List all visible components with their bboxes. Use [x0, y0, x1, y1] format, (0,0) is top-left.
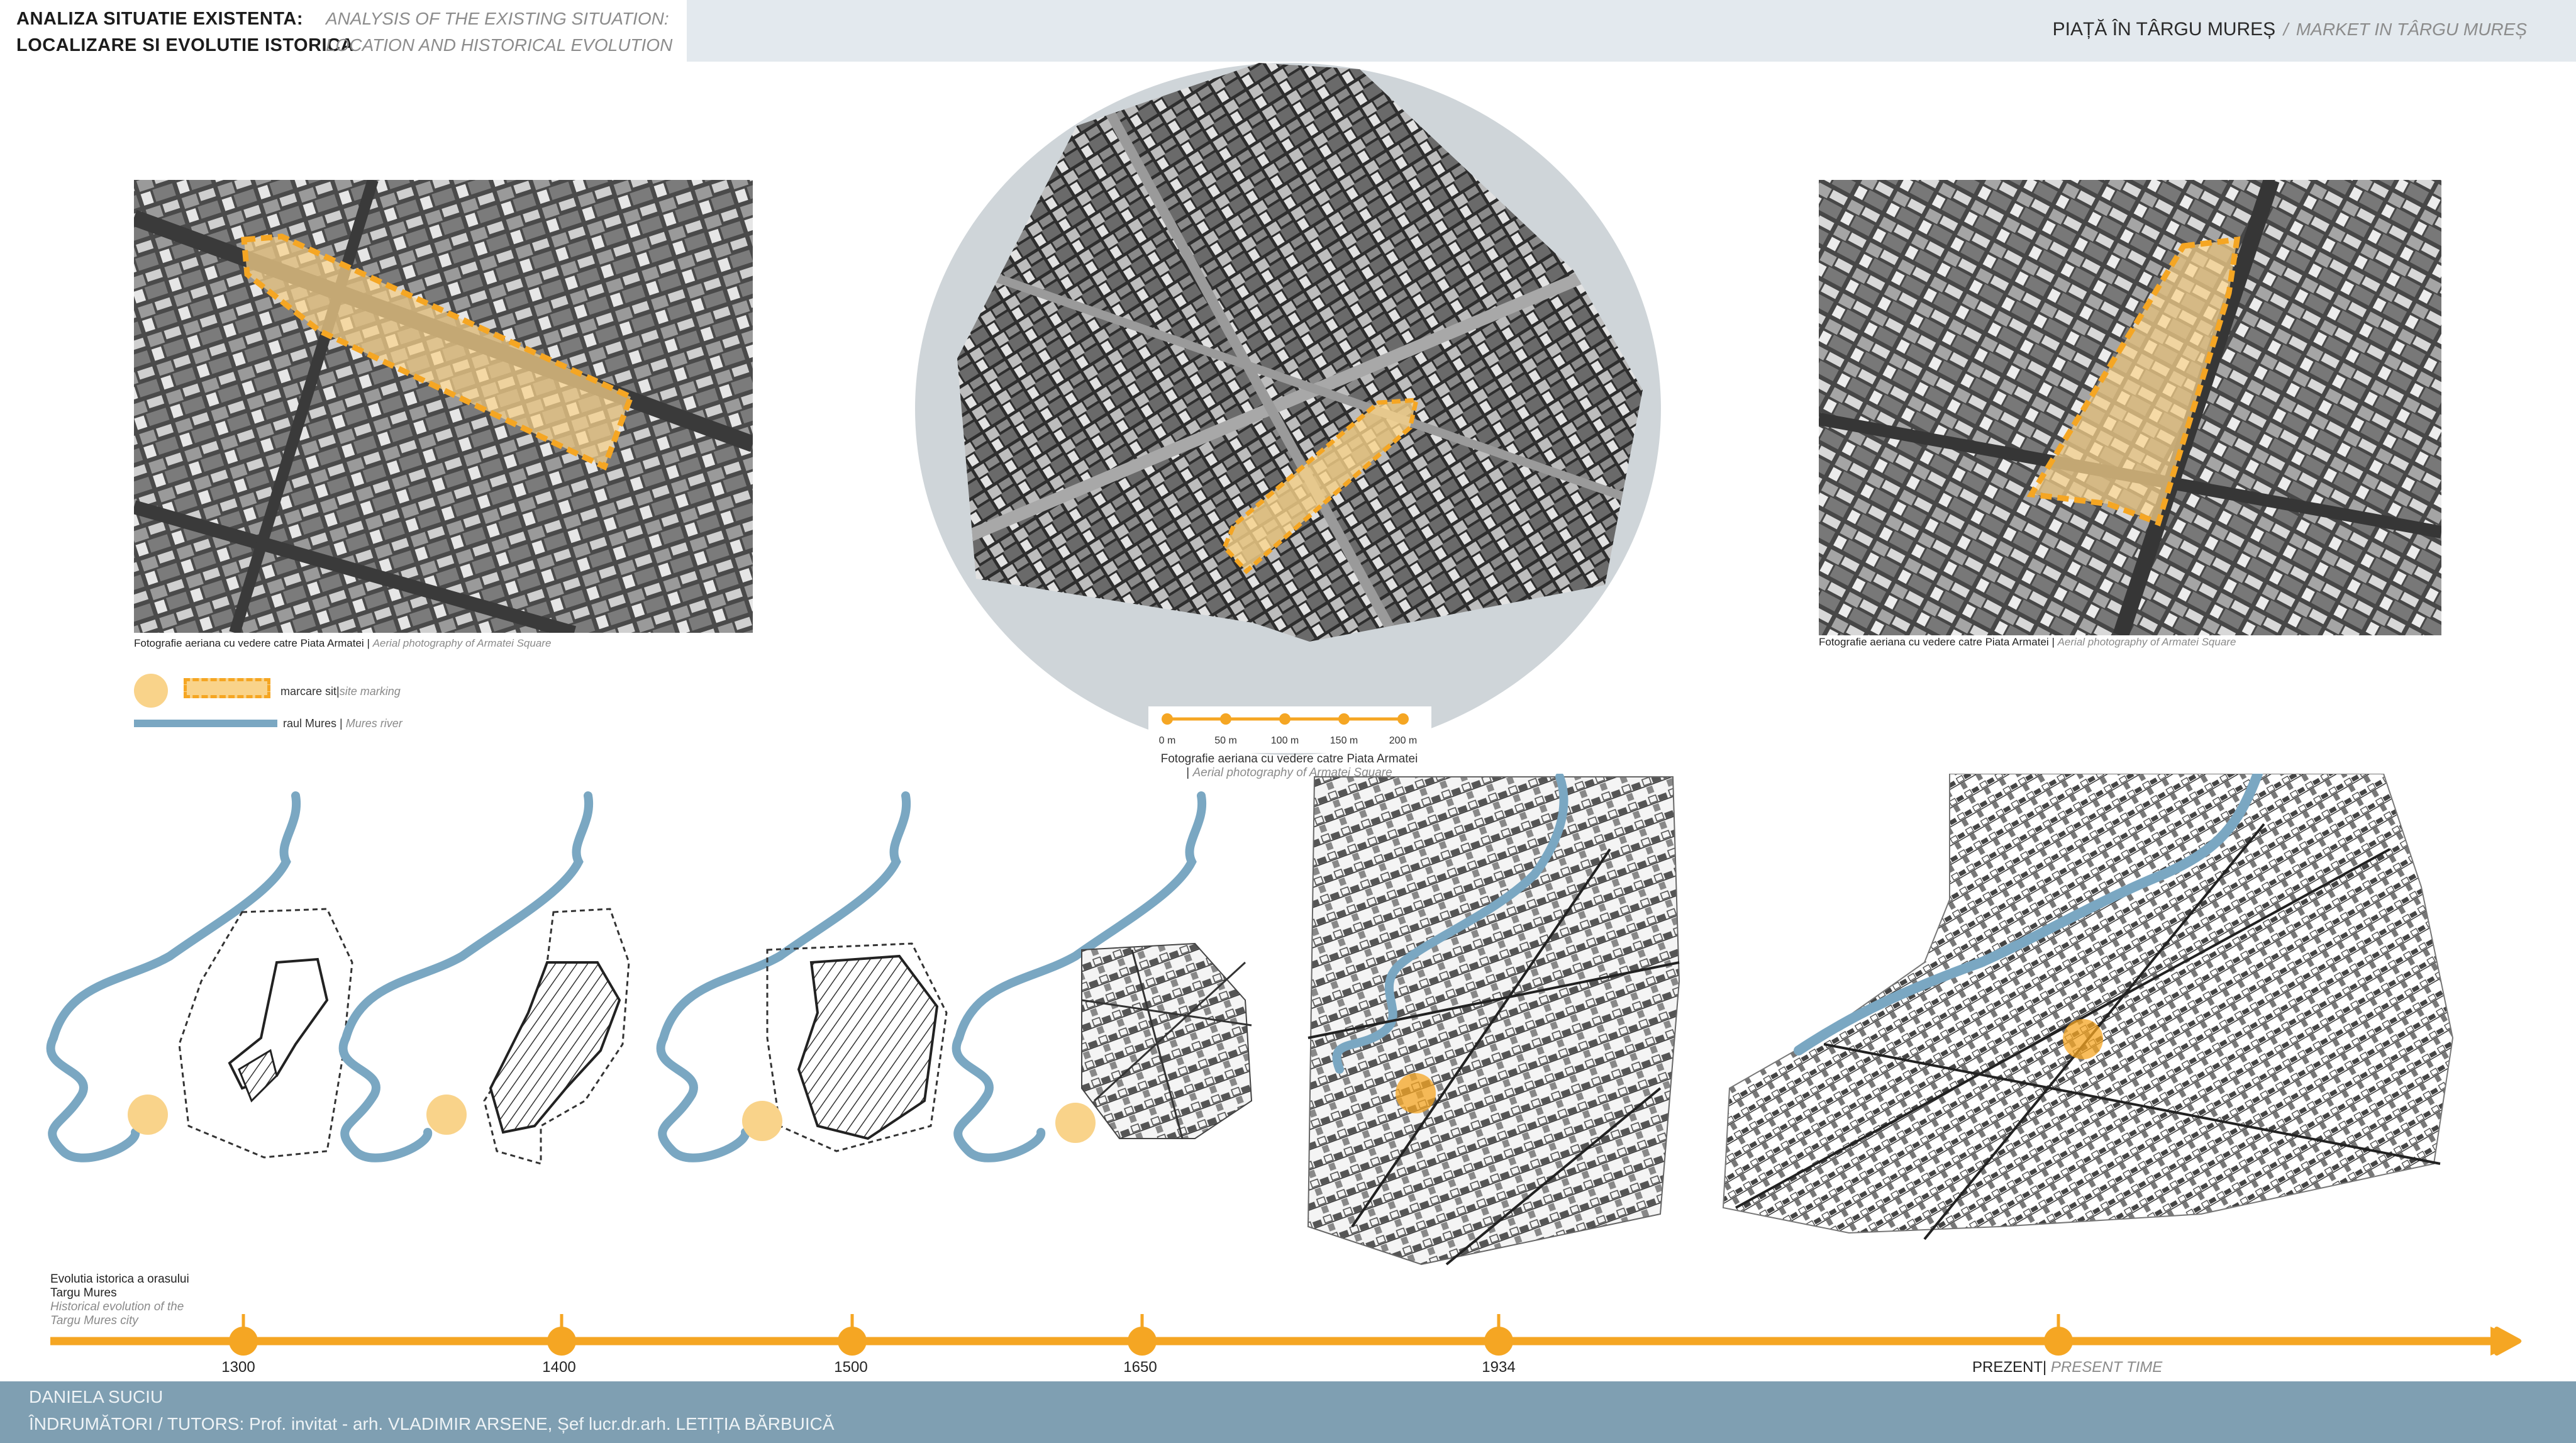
timeline-axis: [0, 1312, 2576, 1368]
scale-label-200: 200 m: [1389, 735, 1418, 746]
timeline-marker-1300: [229, 1314, 258, 1356]
scale-bar: 0 m 50 m 100 m 150 m 200 m: [1148, 706, 1431, 753]
footer-author: DANIELA SUCIU: [29, 1387, 164, 1407]
timeline-marker-1500: [838, 1314, 867, 1356]
map-1300: [46, 791, 353, 1162]
caption-left-en: Aerial photography of Armatei Square: [372, 637, 552, 649]
legend-river-ro: raul Mures: [283, 717, 337, 730]
map-1500: [656, 791, 948, 1162]
title-ro-line2: LOCALIZARE SI EVOLUTIE ISTORICA: [16, 35, 354, 55]
map-1400: [338, 791, 630, 1165]
timeline-marker-1650: [1128, 1314, 1157, 1356]
timeline-marker-present: [2044, 1314, 2073, 1356]
map-1650: [952, 791, 1253, 1162]
caption-left-separator: |: [367, 637, 370, 649]
legend-site: marcare sit|site marking: [280, 685, 401, 698]
site-marking-outline-sample: [184, 678, 270, 698]
timeline-year-1650: 1650: [1123, 1359, 1157, 1376]
historical-maps: [0, 769, 2576, 1321]
timeline-title-ro-2: Targu Mures: [50, 1286, 117, 1300]
caption-left: Fotografie aeriana cu vedere catre Piata…: [134, 637, 551, 650]
timeline-marker-1400: [547, 1314, 576, 1356]
scale-label-150: 150 m: [1330, 735, 1358, 746]
footer-tutors: ÎNDRUMĂTORI / TUTORS: Prof. invitat - ar…: [29, 1414, 835, 1434]
timeline-marker-1934: [1484, 1314, 1513, 1356]
map-1934: [1307, 772, 1680, 1266]
scale-label-50: 50 m: [1214, 735, 1237, 746]
timeline-title-ro-1: Evolutia istorica a orasului: [50, 1273, 189, 1286]
legend-site-en: site marking: [339, 685, 401, 698]
timeline-present-separator: |: [2043, 1359, 2047, 1376]
caption-left-ro: Fotografie aeriana cu vedere catre Piata…: [134, 637, 364, 649]
scale-label-0: 0 m: [1158, 735, 1176, 746]
timeline-present: PREZENT| PRESENT TIME: [1972, 1359, 2162, 1376]
project-title-ro: PIAȚĂ ÎN TÂRGU MUREȘ: [2052, 19, 2276, 40]
timeline-year-1500: 1500: [834, 1359, 868, 1376]
center-aerial-map: [957, 63, 1643, 642]
timeline-year-1934: 1934: [1482, 1359, 1516, 1376]
title-en-line2: LOCATION AND HISTORICAL EVOLUTION: [326, 35, 673, 55]
caption-right-separator: |: [2051, 636, 2055, 648]
timeline-year-1300: 1300: [221, 1359, 255, 1376]
project-title-en: MARKET IN TÂRGU MUREȘ: [2296, 20, 2527, 39]
caption-right-en: Aerial photography of Armatei Square: [2057, 636, 2236, 648]
legend-river-en: Mures river: [345, 717, 402, 730]
title-en-line1: ANALYSIS OF THE EXISTING SITUATION:: [326, 9, 669, 28]
timeline-year-1400: 1400: [542, 1359, 576, 1376]
site-marking-dot: [134, 674, 168, 708]
caption-right-ro: Fotografie aeriana cu vedere catre Piata…: [1819, 636, 2049, 648]
river-legend-line: [134, 720, 277, 727]
aerial-photo-right: [1819, 180, 2441, 635]
project-title: PIAȚĂ ÎN TÂRGU MUREȘ / MARKET IN TÂRGU M…: [2053, 19, 2527, 40]
caption-center-ro: Fotografie aeriana cu vedere catre Piata…: [1160, 752, 1418, 766]
aerial-photo-left: [134, 180, 753, 633]
timeline-present-ro: PREZENT: [1972, 1359, 2043, 1376]
legend-site-ro: marcare sit: [280, 685, 337, 698]
project-title-separator: /: [2283, 20, 2289, 39]
caption-right: Fotografie aeriana cu vedere catre Piata…: [1819, 636, 2236, 649]
scale-label-100: 100 m: [1270, 735, 1299, 746]
legend-river: raul Mures | Mures river: [283, 717, 402, 730]
map-present: [1722, 769, 2454, 1240]
title-ro-line1: ANALIZA SITUATIE EXISTENTA:: [16, 9, 304, 29]
timeline-present-en: PRESENT TIME: [2050, 1359, 2163, 1376]
